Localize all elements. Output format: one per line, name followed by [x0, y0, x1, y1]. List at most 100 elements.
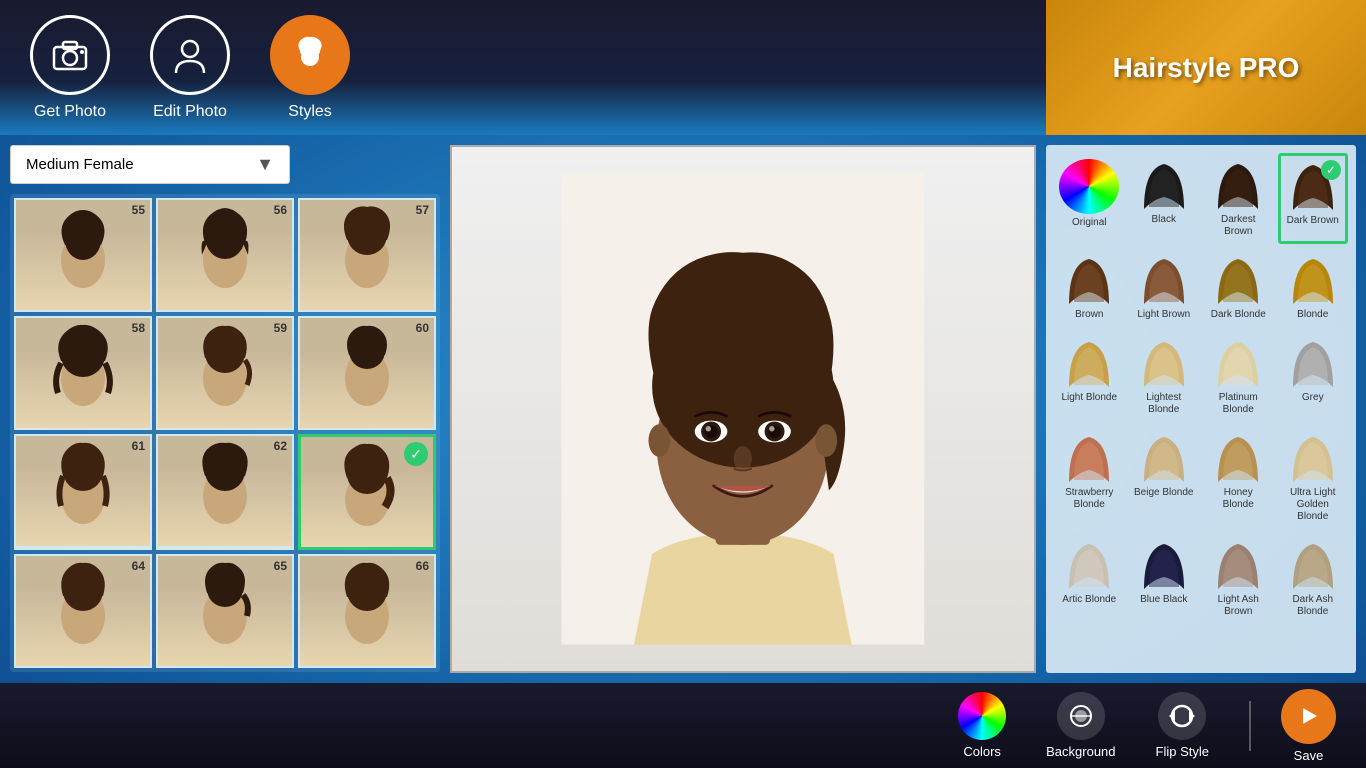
- flip-style-button[interactable]: Flip Style: [1156, 692, 1209, 759]
- color-item-darkest-brown[interactable]: Darkest Brown: [1203, 153, 1274, 244]
- footer-divider: [1249, 701, 1251, 751]
- background-label: Background: [1046, 744, 1115, 759]
- colors-label: Colors: [963, 744, 1001, 759]
- color-item-lightest-blonde[interactable]: Lightest Blonde: [1129, 331, 1200, 422]
- style-item[interactable]: 62: [156, 434, 294, 550]
- nav-edit-photo-label: Edit Photo: [153, 103, 227, 121]
- style-item[interactable]: 58: [14, 316, 152, 430]
- color-item-black[interactable]: Black: [1129, 153, 1200, 244]
- footer-toolbar: Colors Background Flip Style: [0, 683, 1366, 768]
- color-item-light-brown[interactable]: Light Brown: [1129, 248, 1200, 327]
- color-item-platinum-blonde[interactable]: Platinum Blonde: [1203, 331, 1274, 422]
- style-item-selected[interactable]: ✓: [298, 434, 436, 550]
- nav-get-photo-label: Get Photo: [34, 103, 106, 121]
- left-panel: Medium Female ▼ 55 56: [10, 145, 440, 673]
- color-item-blue-black[interactable]: Blue Black: [1129, 533, 1200, 624]
- save-label: Save: [1294, 748, 1324, 763]
- person-icon: [150, 15, 230, 95]
- color-label: Light Brown: [1137, 309, 1190, 321]
- save-icon: [1281, 689, 1336, 744]
- style-number: 60: [416, 321, 429, 335]
- color-item-dark-blonde[interactable]: Dark Blonde: [1203, 248, 1274, 327]
- color-item-dark-brown-selected[interactable]: ✓ Dark Brown: [1278, 153, 1349, 244]
- color-label: Honey Blonde: [1207, 487, 1270, 511]
- style-thumbnail: [300, 556, 434, 666]
- style-item[interactable]: 64: [14, 554, 152, 668]
- color-label: Dark Ash Blonde: [1282, 594, 1345, 618]
- style-item[interactable]: 59: [156, 316, 294, 430]
- nav-edit-photo[interactable]: Edit Photo: [150, 15, 230, 121]
- style-thumbnail: [158, 318, 292, 428]
- nav-get-photo[interactable]: Get Photo: [30, 15, 110, 121]
- reset-swatch: [1059, 159, 1119, 214]
- logo-area: Hairstyle PRO: [1046, 0, 1366, 135]
- camera-icon: [30, 15, 110, 95]
- color-item-light-blonde[interactable]: Light Blonde: [1054, 331, 1125, 422]
- app-title: Hairstyle PRO: [1113, 52, 1300, 84]
- nav-styles[interactable]: Styles: [270, 15, 350, 121]
- color-label: Blonde: [1297, 309, 1328, 321]
- styles-grid: 55 56: [10, 194, 440, 672]
- selected-check-icon: ✓: [404, 442, 428, 466]
- style-thumbnail: [16, 556, 150, 666]
- color-label: Dark Brown: [1287, 215, 1339, 227]
- photo-display: [450, 145, 1036, 673]
- colors-button[interactable]: Colors: [958, 692, 1006, 759]
- style-number: 61: [132, 439, 145, 453]
- color-label: Darkest Brown: [1207, 214, 1270, 238]
- style-number: 57: [416, 203, 429, 217]
- style-thumbnail: [158, 200, 292, 310]
- style-item[interactable]: 66: [298, 554, 436, 668]
- color-panel: Original Black Darkest Brown ✓ Dark Brow…: [1046, 145, 1356, 673]
- color-item-strawberry-blonde[interactable]: Strawberry Blonde: [1054, 426, 1125, 529]
- color-item-artic-blonde[interactable]: Artic Blonde: [1054, 533, 1125, 624]
- main-content: Medium Female ▼ 55 56: [0, 135, 1366, 683]
- style-thumbnail: [16, 200, 150, 310]
- style-item[interactable]: 57: [298, 198, 436, 312]
- color-label: Beige Blonde: [1134, 487, 1194, 499]
- color-item-light-ash-brown[interactable]: Light Ash Brown: [1203, 533, 1274, 624]
- color-label: Light Ash Brown: [1207, 594, 1270, 618]
- style-item[interactable]: 65: [156, 554, 294, 668]
- style-item[interactable]: 55: [14, 198, 152, 312]
- color-label: Brown: [1075, 309, 1103, 321]
- style-thumbnail: [16, 436, 150, 546]
- style-category-dropdown[interactable]: Medium Female ▼: [10, 145, 290, 184]
- color-item-grey[interactable]: Grey: [1278, 331, 1349, 422]
- color-item-blonde[interactable]: Blonde: [1278, 248, 1349, 327]
- color-item-reset[interactable]: Original: [1054, 153, 1125, 244]
- style-thumbnail: [16, 318, 150, 428]
- style-number: 58: [132, 321, 145, 335]
- color-item-brown[interactable]: Brown: [1054, 248, 1125, 327]
- color-grid: Original Black Darkest Brown ✓ Dark Brow…: [1054, 153, 1348, 624]
- chevron-down-icon: ▼: [256, 154, 274, 175]
- color-label: Platinum Blonde: [1207, 392, 1270, 416]
- style-number: 62: [274, 439, 287, 453]
- color-item-beige-blonde[interactable]: Beige Blonde: [1129, 426, 1200, 529]
- color-label: Light Blonde: [1061, 392, 1117, 404]
- color-item-dark-ash-blonde[interactable]: Dark Ash Blonde: [1278, 533, 1349, 624]
- style-item[interactable]: 60: [298, 316, 436, 430]
- color-label: Strawberry Blonde: [1058, 487, 1121, 511]
- style-number: 66: [416, 559, 429, 573]
- flip-style-label: Flip Style: [1156, 744, 1209, 759]
- color-label: Lightest Blonde: [1133, 392, 1196, 416]
- style-item[interactable]: 61: [14, 434, 152, 550]
- nav-styles-label: Styles: [288, 103, 332, 121]
- hairstyle-icon: [270, 15, 350, 95]
- color-item-ultra-light-golden-blonde[interactable]: Ultra Light Golden Blonde: [1278, 426, 1349, 529]
- colors-icon: [958, 692, 1006, 740]
- style-thumbnail: [158, 556, 292, 666]
- style-number: 64: [132, 559, 145, 573]
- dropdown-value: Medium Female: [26, 156, 134, 173]
- color-label: Dark Blonde: [1211, 309, 1266, 321]
- color-item-honey-blonde[interactable]: Honey Blonde: [1203, 426, 1274, 529]
- style-thumbnail: [300, 200, 434, 310]
- style-number: 55: [132, 203, 145, 217]
- background-icon: [1057, 692, 1105, 740]
- color-label: Ultra Light Golden Blonde: [1282, 487, 1345, 523]
- flip-style-icon: [1158, 692, 1206, 740]
- save-button[interactable]: Save: [1281, 689, 1336, 763]
- style-item[interactable]: 56: [156, 198, 294, 312]
- background-button[interactable]: Background: [1046, 692, 1115, 759]
